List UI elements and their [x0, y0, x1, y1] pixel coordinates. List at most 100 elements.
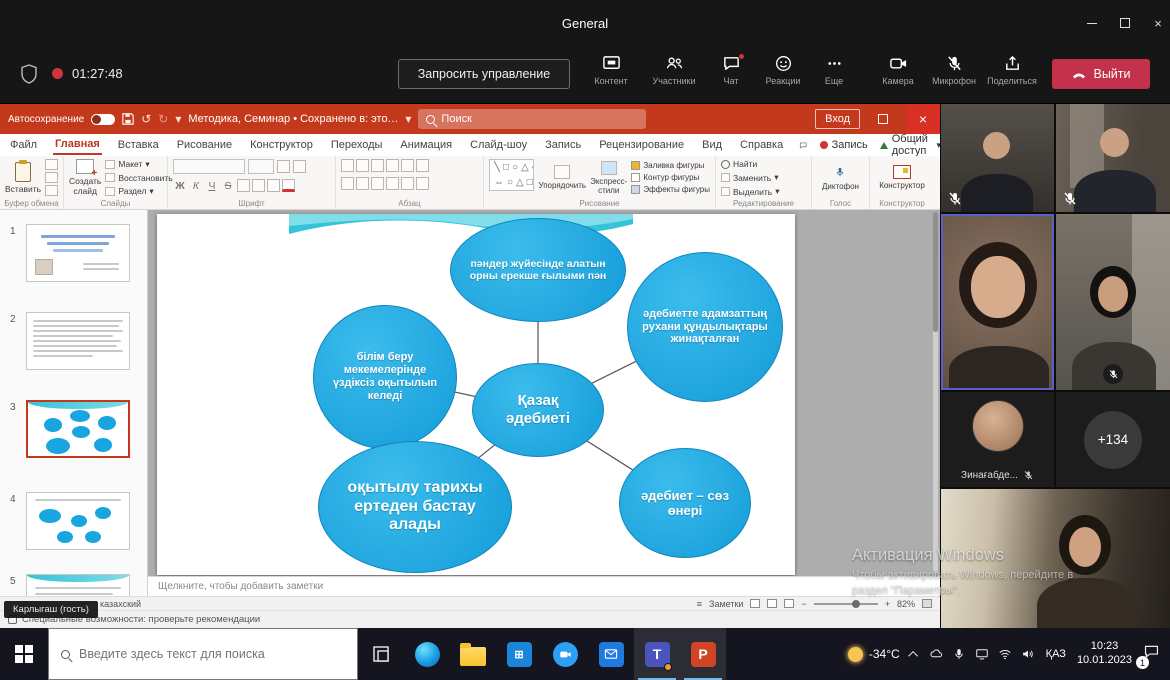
tab-record[interactable]: Запись: [543, 136, 583, 154]
video-app-icon[interactable]: [542, 628, 588, 680]
tab-transitions[interactable]: Переходы: [329, 136, 385, 154]
shape-fill-button[interactable]: Заливка фигуры: [631, 161, 710, 170]
clock[interactable]: 10:23 10.01.2023: [1077, 640, 1132, 668]
slide-thumbnail-5[interactable]: [26, 574, 130, 596]
taskbar-search-input[interactable]: [79, 647, 329, 661]
notes-toggle-icon[interactable]: ≡: [697, 599, 702, 609]
replace-button[interactable]: Заменить▾: [721, 172, 806, 183]
ppt-search-box[interactable]: Поиск: [418, 109, 646, 129]
tray-overflow-icon[interactable]: [908, 650, 918, 660]
text-direction-button[interactable]: [416, 159, 429, 172]
fit-to-window-button[interactable]: [922, 599, 932, 608]
diagram-bubble-center[interactable]: Қазақ әдебиеті: [472, 363, 604, 457]
columns-button[interactable]: [401, 177, 414, 190]
close-button[interactable]: ×: [1138, 0, 1170, 46]
content-button[interactable]: Контент: [583, 54, 639, 98]
share-button[interactable]: Поделиться: [984, 54, 1040, 98]
video-tile-3-active-speaker[interactable]: [941, 214, 1054, 390]
undo-icon[interactable]: ↺: [141, 113, 151, 125]
zoom-level[interactable]: 82%: [897, 599, 915, 609]
tab-file[interactable]: Файл: [8, 136, 39, 154]
slide[interactable]: пәндер жүйесінде алатын орны ерекше ғылы…: [157, 214, 795, 575]
store-icon[interactable]: ⊞: [496, 628, 542, 680]
diagram-bubble-bottom-right[interactable]: әдебиет – сөз өнері: [619, 448, 751, 558]
align-center-button[interactable]: [356, 177, 369, 190]
mail-icon[interactable]: [588, 628, 634, 680]
bold-button[interactable]: Ж: [173, 180, 187, 192]
diagram-bubble-left[interactable]: білім беру мекемелерінде үздіксіз оқытыл…: [313, 305, 457, 449]
participant-avatar-tile[interactable]: Зинағабде...: [941, 392, 1054, 487]
underline-button[interactable]: Ч: [205, 180, 219, 192]
reset-button[interactable]: Восстановить: [105, 173, 172, 183]
numbering-button[interactable]: [356, 159, 369, 172]
ppt-restore-button[interactable]: [868, 104, 898, 134]
quick-styles-button[interactable]: Экспресс-стили: [590, 159, 627, 196]
slide-thumbnail-2[interactable]: [26, 312, 130, 370]
camera-button[interactable]: Камера: [870, 54, 926, 98]
video-tile-2[interactable]: [1056, 104, 1170, 212]
align-right-button[interactable]: [371, 177, 384, 190]
task-view-button[interactable]: [358, 628, 404, 680]
smartart-button[interactable]: [416, 177, 429, 190]
dictate-button[interactable]: Диктофон: [822, 159, 859, 196]
bullets-button[interactable]: [341, 159, 354, 172]
redo-icon[interactable]: ↻: [158, 113, 168, 125]
diagram-bubble-bottom-left[interactable]: оқытылу тарихы ертеден бастау алады: [318, 441, 512, 573]
start-button[interactable]: [0, 628, 48, 680]
align-left-button[interactable]: [341, 177, 354, 190]
taskbar-search[interactable]: [48, 628, 358, 680]
tab-design[interactable]: Конструктор: [248, 136, 315, 154]
diagram-bubble-right[interactable]: әдебиетте адамзаттың рухани құндылықтары…: [627, 252, 783, 402]
autosave-toggle[interactable]: [91, 114, 115, 125]
save-icon[interactable]: [122, 113, 134, 125]
cut-button[interactable]: [45, 159, 58, 170]
tab-slideshow[interactable]: Слайд-шоу: [468, 136, 529, 154]
text-shadow-button[interactable]: [237, 179, 250, 192]
shape-outline-button[interactable]: Контур фигуры: [631, 173, 710, 182]
canvas-scrollbar[interactable]: [933, 212, 938, 572]
volume-icon[interactable]: [1021, 647, 1035, 661]
slide-sorter-view-button[interactable]: [767, 599, 777, 608]
video-tile-1[interactable]: [941, 104, 1054, 212]
tab-view[interactable]: Вид: [700, 136, 724, 154]
increase-indent-button[interactable]: [386, 159, 399, 172]
change-case-button[interactable]: [267, 179, 280, 192]
slideshow-view-button[interactable]: [784, 599, 794, 608]
notes-toggle-label[interactable]: Заметки: [709, 599, 743, 609]
participants-button[interactable]: Участники: [646, 54, 702, 98]
char-spacing-button[interactable]: [252, 179, 265, 192]
tab-draw[interactable]: Рисование: [175, 136, 234, 154]
shape-effects-button[interactable]: Эффекты фигуры: [631, 185, 710, 194]
reactions-button[interactable]: Реакции: [755, 54, 811, 98]
font-name-select[interactable]: [173, 159, 245, 174]
action-center-button[interactable]: 1: [1143, 643, 1160, 665]
title-chevron-icon[interactable]: ▾: [405, 113, 411, 125]
format-painter-button[interactable]: [45, 185, 58, 196]
share-document-button[interactable]: Общий доступ ▾: [880, 133, 941, 157]
arrange-button[interactable]: Упорядочить: [538, 159, 586, 196]
edge-icon[interactable]: [404, 628, 450, 680]
tab-animations[interactable]: Анимация: [398, 136, 454, 154]
new-slide-button[interactable]: Создать слайд: [69, 159, 101, 196]
tab-home[interactable]: Главная: [53, 135, 102, 155]
powerpoint-icon[interactable]: P: [680, 628, 726, 680]
justify-button[interactable]: [386, 177, 399, 190]
comments-icon[interactable]: [799, 139, 807, 152]
ppt-close-button[interactable]: ×: [906, 104, 940, 134]
teams-icon[interactable]: T: [634, 628, 680, 680]
select-button[interactable]: Выделить▾: [721, 186, 806, 197]
chat-button[interactable]: Чат: [703, 54, 759, 98]
tab-review[interactable]: Рецензирование: [597, 136, 686, 154]
request-control-button[interactable]: Запросить управление: [398, 59, 570, 89]
line-spacing-button[interactable]: [401, 159, 414, 172]
document-title[interactable]: Методика, Семинар • Сохранено в: этот ко…: [188, 113, 398, 125]
tab-insert[interactable]: Вставка: [116, 136, 161, 154]
slide-thumbnail-3-selected[interactable]: [26, 400, 130, 458]
font-color-button[interactable]: [282, 179, 295, 192]
mic-button[interactable]: Микрофон: [926, 54, 982, 98]
overflow-participants-tile[interactable]: +134: [1056, 392, 1170, 487]
shrink-font-button[interactable]: [293, 160, 306, 173]
section-button[interactable]: Раздел▾: [105, 186, 172, 197]
find-button[interactable]: Найти: [721, 159, 806, 169]
onedrive-cloud-icon[interactable]: [929, 647, 943, 661]
